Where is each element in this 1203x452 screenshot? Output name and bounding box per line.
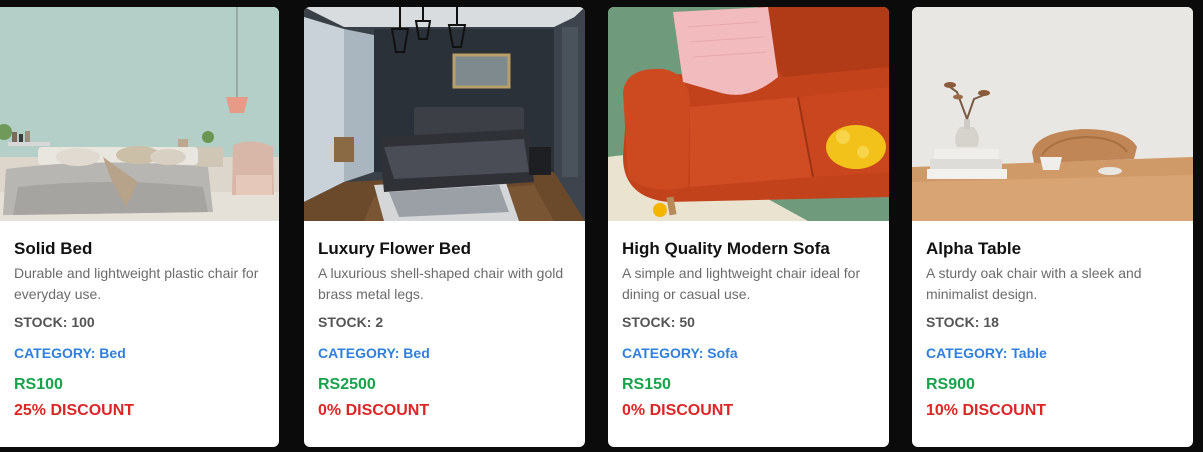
product-price: RS150 <box>622 376 671 393</box>
product-description: A sturdy oak chair with a sleek and mini… <box>926 265 1142 302</box>
category-value: Sofa <box>707 345 738 361</box>
stock-label: STOCK: <box>14 314 68 330</box>
product-description: A simple and lightweight chair ideal for… <box>622 265 861 302</box>
category-label: CATEGORY: <box>14 345 96 361</box>
bedroom-photo-icon <box>0 7 279 221</box>
category-label: CATEGORY: <box>926 345 1008 361</box>
product-category: CATEGORY: Bed <box>14 345 265 362</box>
product-category: CATEGORY: Table <box>926 345 1179 362</box>
product-discount: 0% DISCOUNT <box>318 402 430 419</box>
product-price: RS2500 <box>318 376 376 393</box>
product-image-modern-sofa[interactable] <box>608 7 889 221</box>
product-stock: STOCK: 18 <box>926 314 1179 331</box>
category-value: Bed <box>403 345 430 361</box>
product-card-solid-bed[interactable]: Solid Bed Durable and lightweight plasti… <box>0 7 279 447</box>
product-title: High Quality Modern Sofa <box>622 239 830 258</box>
product-description: Durable and lightweight plastic chair fo… <box>14 265 259 302</box>
product-title: Solid Bed <box>14 239 93 258</box>
product-grid: Solid Bed Durable and lightweight plasti… <box>0 0 1203 452</box>
stock-value: 100 <box>71 314 95 330</box>
wooden-table-photo-icon <box>912 7 1193 221</box>
product-title: Luxury Flower Bed <box>318 239 472 258</box>
product-discount: 25% DISCOUNT <box>14 402 135 419</box>
stock-label: STOCK: <box>318 314 372 330</box>
product-card-modern-sofa[interactable]: High Quality Modern Sofa A simple and li… <box>608 7 889 447</box>
product-category: CATEGORY: Sofa <box>622 345 875 362</box>
product-price: RS100 <box>14 376 63 393</box>
stock-value: 18 <box>983 314 999 330</box>
stock-value: 2 <box>375 314 384 330</box>
category-value: Table <box>1011 345 1047 361</box>
category-label: CATEGORY: <box>318 345 400 361</box>
product-stock: STOCK: 50 <box>622 314 875 331</box>
product-card-luxury-flower-bed[interactable]: Luxury Flower Bed A luxurious shell-shap… <box>304 7 585 447</box>
product-stock: STOCK: 2 <box>318 314 571 331</box>
product-card-alpha-table[interactable]: Alpha Table A sturdy oak chair with a sl… <box>912 7 1193 447</box>
stock-value: 50 <box>679 314 695 330</box>
product-price: RS900 <box>926 376 975 393</box>
product-image-alpha-table[interactable] <box>912 7 1193 221</box>
product-description: A luxurious shell-shaped chair with gold… <box>318 265 564 302</box>
stock-label: STOCK: <box>622 314 676 330</box>
product-image-solid-bed[interactable] <box>0 7 279 221</box>
product-stock: STOCK: 100 <box>14 314 265 331</box>
category-value: Bed <box>99 345 126 361</box>
product-title: Alpha Table <box>926 239 1022 258</box>
product-discount: 10% DISCOUNT <box>926 402 1047 419</box>
product-discount: 0% DISCOUNT <box>622 402 734 419</box>
product-category: CATEGORY: Bed <box>318 345 571 362</box>
orange-sofa-photo-icon <box>608 7 889 221</box>
product-image-luxury-flower-bed[interactable] <box>304 7 585 221</box>
stock-label: STOCK: <box>926 314 980 330</box>
dark-bedroom-photo-icon <box>304 7 585 221</box>
category-label: CATEGORY: <box>622 345 704 361</box>
